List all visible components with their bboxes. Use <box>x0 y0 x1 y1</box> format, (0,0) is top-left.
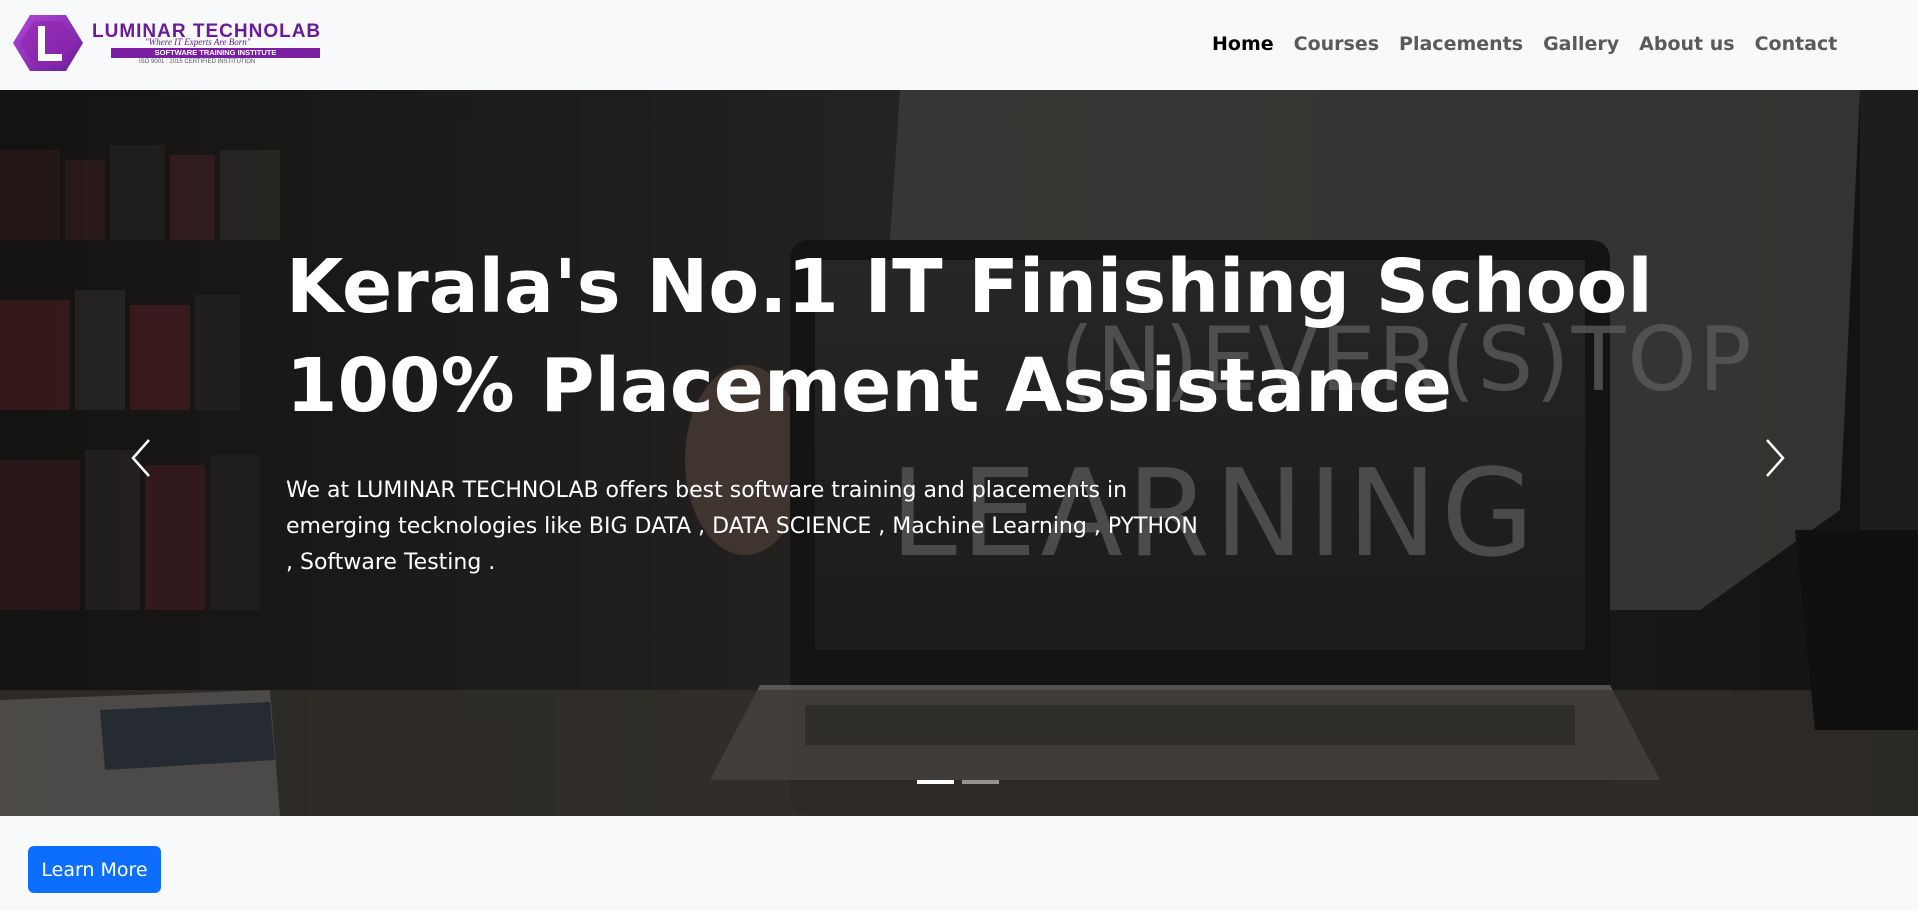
brand-logo[interactable]: LUMINAR TECHNOLAB "Where IT Experts Are … <box>12 12 342 74</box>
carousel-next-button[interactable] <box>1749 427 1799 485</box>
hero-title: Kerala's No.1 IT Finishing School 100% P… <box>286 238 1686 436</box>
hero-description: We at LUMINAR TECHNOLAB offers best soft… <box>286 478 1198 575</box>
nav-item-courses[interactable]: Courses <box>1284 33 1389 55</box>
carousel-prev-button[interactable] <box>117 427 167 485</box>
brand-tagline: "Where IT Experts Are Born" <box>145 37 251 47</box>
carousel-indicators <box>917 780 999 784</box>
carousel-indicator-1[interactable] <box>917 780 954 784</box>
hero-background-image: (N)EVER(S)TOP LEARNING <box>0 90 1918 816</box>
brand-band: SOFTWARE TRAINING INSTITUTE <box>111 48 320 58</box>
learn-more-button[interactable]: Learn More <box>28 846 161 893</box>
carousel-indicator-2[interactable] <box>962 780 999 784</box>
hero-carousel: (N)EVER(S)TOP LEARNING Kerala's No.1 IT … <box>0 90 1918 816</box>
nav-item-placements[interactable]: Placements <box>1389 33 1533 55</box>
chevron-left-icon <box>131 439 150 477</box>
nav-item-home[interactable]: Home <box>1212 33 1284 55</box>
brand-iso: ISO 9001 : 2015 CERTIFIED INSTITUTION <box>139 59 256 65</box>
navbar: LUMINAR TECHNOLAB "Where IT Experts Are … <box>0 0 1918 90</box>
chevron-right-icon <box>1766 439 1785 477</box>
hero-title-line-1: Kerala's No.1 IT Finishing School <box>286 244 1653 330</box>
nav-item-contact[interactable]: Contact <box>1745 33 1848 55</box>
main-nav: Home Courses Placements Gallery About us… <box>1212 33 1847 55</box>
nav-item-gallery[interactable]: Gallery <box>1533 33 1629 55</box>
logo-hexagon-icon <box>13 15 83 71</box>
nav-item-about-us[interactable]: About us <box>1629 33 1744 55</box>
hero-title-line-2: 100% Placement Assistance <box>286 343 1452 429</box>
